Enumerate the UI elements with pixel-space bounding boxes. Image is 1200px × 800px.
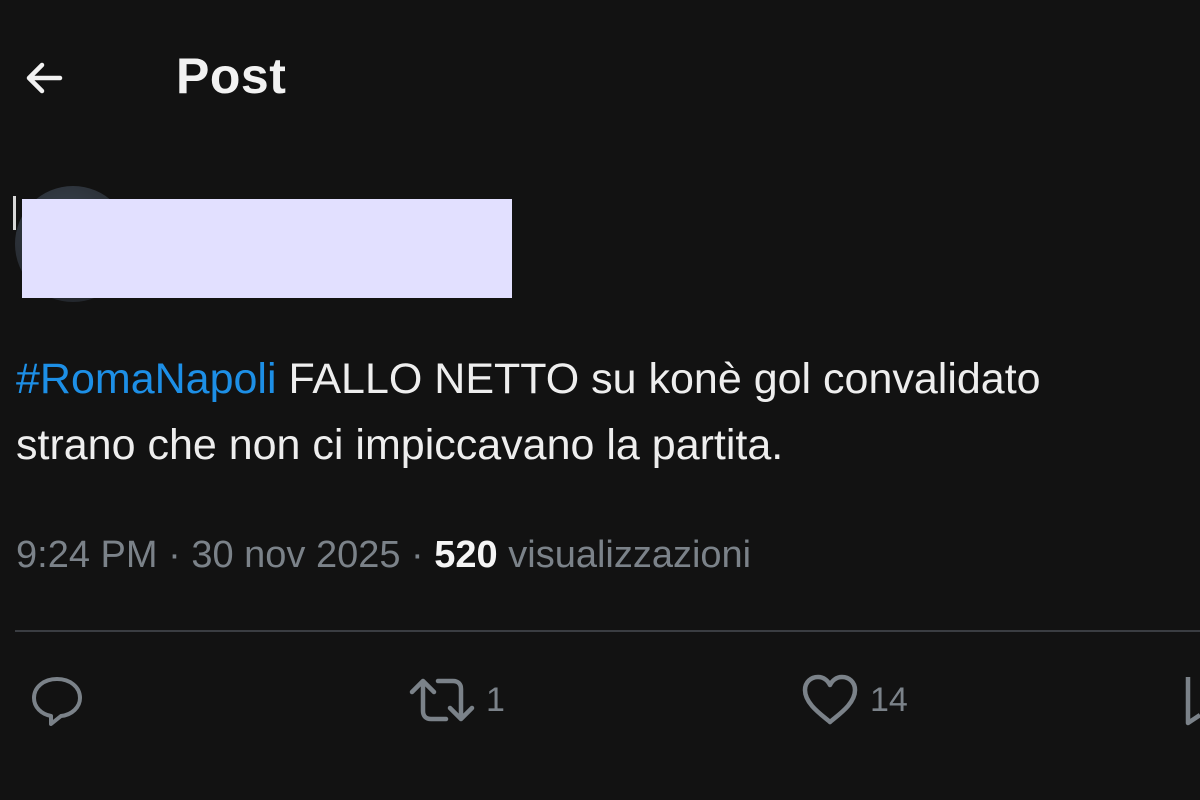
tweet-text-line1: FALLO NETTO su konè gol convalidato xyxy=(276,355,1041,403)
views-label: visualizzazioni xyxy=(497,534,752,576)
repost-button[interactable]: 1 xyxy=(408,670,505,730)
tweet-text-line2: strano che non ci impiccavano la partita… xyxy=(16,421,784,469)
views-count: 520 xyxy=(434,534,498,576)
divider xyxy=(15,630,1200,632)
tweet-text: #RomaNapoli FALLO NETTO su konè gol conv… xyxy=(16,346,1200,478)
top-bar: Post xyxy=(0,0,1200,150)
bookmark-icon xyxy=(1185,677,1200,726)
arrow-left-icon xyxy=(26,62,63,94)
avatar-edge xyxy=(13,196,16,230)
tweet-line-1: #RomaNapoli FALLO NETTO su konè gol conv… xyxy=(16,346,1200,412)
reply-icon xyxy=(32,677,82,726)
meta-separator: · xyxy=(157,534,192,576)
tweet-time[interactable]: 9:24 PM xyxy=(16,534,158,576)
redacted-username xyxy=(22,199,512,298)
tweet-meta: 9:24 PM · 30 nov 2025 · 520 visualizzazi… xyxy=(16,530,751,580)
like-button[interactable]: 14 xyxy=(800,670,908,730)
hashtag-link[interactable]: #RomaNapoli xyxy=(16,355,277,403)
reply-button[interactable] xyxy=(28,670,96,730)
tweet-date[interactable]: 30 nov 2025 xyxy=(191,534,400,576)
action-bar: 1 14 xyxy=(0,660,1200,740)
back-button[interactable] xyxy=(14,50,74,106)
bookmark-button[interactable] xyxy=(1184,670,1200,730)
meta-separator-2: · xyxy=(400,534,435,576)
page-title: Post xyxy=(176,48,287,104)
repost-count: 1 xyxy=(486,680,505,719)
heart-icon xyxy=(802,674,858,725)
repost-icon xyxy=(409,678,475,722)
like-count: 14 xyxy=(870,680,908,719)
